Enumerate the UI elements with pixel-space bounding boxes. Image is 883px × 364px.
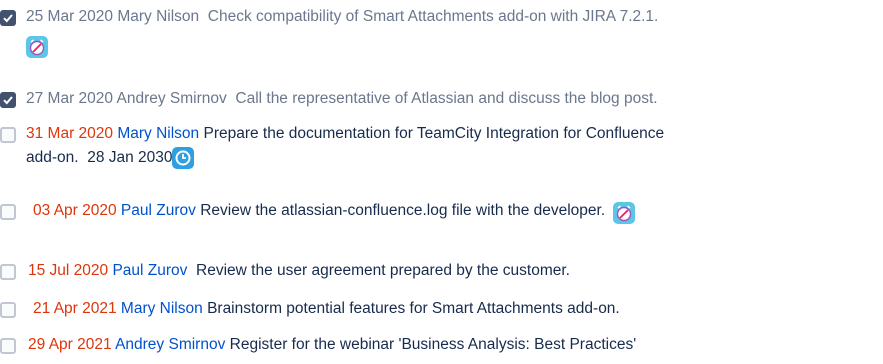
task-date: 27 Mar 2020 xyxy=(26,90,114,107)
task-list-page: { "tasks": [ {"completed": true, "date":… xyxy=(0,0,883,364)
task-assignee[interactable]: Paul Zurov xyxy=(121,202,196,219)
task-assignee[interactable]: Andrey Smirnov xyxy=(115,336,225,353)
task-line: 15 Jul 2020 Paul Zurov Review the user a… xyxy=(28,260,570,282)
task-date: 31 Mar 2020 xyxy=(26,125,114,142)
task-text: Review the atlassian-confluence.log file… xyxy=(200,202,606,219)
task-text-continued: add-on. xyxy=(26,149,79,166)
task-line: 21 Apr 2021 Mary Nilson Brainstorm poten… xyxy=(33,298,620,320)
task-date: 25 Mar 2020 xyxy=(26,8,114,25)
task-checkbox[interactable] xyxy=(0,338,16,354)
task-text: Register for the webinar 'Business Analy… xyxy=(229,336,637,353)
task-line: 31 Mar 2020 Mary Nilson Prepare the docu… xyxy=(26,123,664,145)
task-text: Brainstorm potential features for Smart … xyxy=(207,300,620,317)
task-text: Call the representative of Atlassian and… xyxy=(235,90,658,107)
task-text: Review the user agreement prepared by th… xyxy=(196,262,570,279)
task-date: 15 Jul 2020 xyxy=(28,262,109,279)
task-text: Check compatibility of Smart Attachments… xyxy=(207,8,659,25)
task-date: 21 Apr 2021 xyxy=(33,300,117,317)
alarm-clock-icon[interactable] xyxy=(26,36,48,58)
task-text: Prepare the documentation for TeamCity I… xyxy=(203,125,665,142)
check-icon xyxy=(3,96,13,105)
task-assignee: Mary Nilson xyxy=(117,8,200,25)
task-line: 29 Apr 2021 Andrey Smirnov Register for … xyxy=(28,334,636,356)
task-date: 29 Apr 2021 xyxy=(28,336,112,353)
task-assignee[interactable]: Paul Zurov xyxy=(112,262,187,279)
task-checkbox[interactable] xyxy=(0,264,16,280)
task-checkbox[interactable] xyxy=(0,302,16,318)
task-line: 25 Mar 2020 Mary Nilson Check compatibil… xyxy=(26,6,658,28)
task-date: 03 Apr 2020 xyxy=(33,202,117,219)
task-checkbox[interactable] xyxy=(0,204,16,220)
task-checkbox-checked[interactable] xyxy=(0,92,16,108)
task-checkbox[interactable] xyxy=(0,127,16,143)
task-line: 03 Apr 2020 Paul Zurov Review the atlass… xyxy=(33,200,605,222)
check-icon xyxy=(3,14,13,23)
task-line: 27 Mar 2020 Andrey Smirnov Call the repr… xyxy=(26,88,658,110)
clock-icon[interactable] xyxy=(172,147,194,169)
task-assignee: Andrey Smirnov xyxy=(116,90,227,107)
task-assignee[interactable]: Mary Nilson xyxy=(117,125,199,142)
task-line-continued: add-on. 28 Jan 2030 xyxy=(26,147,173,169)
task-due-date: 28 Jan 2030 xyxy=(87,149,173,166)
task-assignee[interactable]: Mary Nilson xyxy=(121,300,203,317)
alarm-clock-icon[interactable] xyxy=(613,202,635,224)
task-checkbox-checked[interactable] xyxy=(0,10,16,26)
